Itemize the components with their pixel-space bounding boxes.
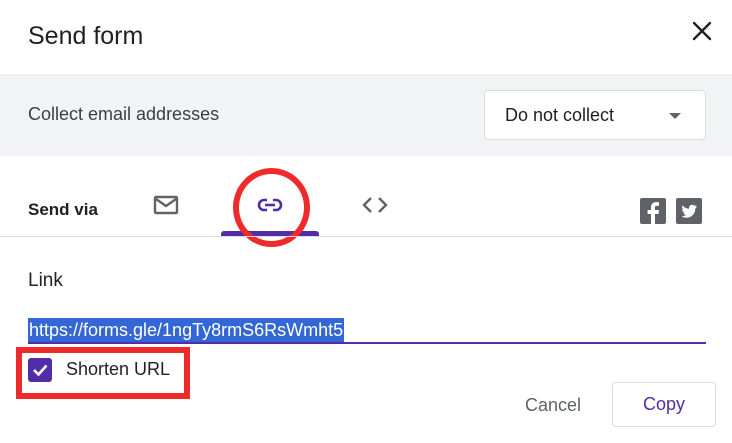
collect-email-select[interactable]: Do not collect xyxy=(484,90,706,140)
tab-embed[interactable] xyxy=(326,176,424,236)
mail-icon xyxy=(153,195,179,215)
shorten-url-label: Shorten URL xyxy=(66,359,171,379)
tab-link[interactable] xyxy=(221,176,319,236)
collect-email-selected-value: Do not collect xyxy=(505,105,615,125)
copy-button[interactable]: Copy xyxy=(612,382,716,427)
collect-email-label: Collect email addresses xyxy=(28,104,220,124)
facebook-icon[interactable] xyxy=(640,198,666,224)
cancel-button[interactable]: Cancel xyxy=(510,383,596,427)
link-icon xyxy=(257,198,283,212)
link-heading: Link xyxy=(28,270,63,291)
dialog-title: Send form xyxy=(28,22,144,50)
twitter-icon[interactable] xyxy=(676,198,702,224)
link-url-text: https://forms.gle/1ngTy8rmS6RsWmht5 xyxy=(28,318,345,342)
shorten-url-checkbox[interactable] xyxy=(28,358,52,382)
link-url-field[interactable]: https://forms.gle/1ngTy8rmS6RsWmht5 xyxy=(28,318,706,344)
close-icon[interactable] xyxy=(688,17,716,45)
collect-email-section: Collect email addresses Do not collect xyxy=(0,74,732,156)
checkmark-icon xyxy=(33,364,48,377)
chevron-down-icon xyxy=(669,113,681,119)
send-via-label: Send via xyxy=(28,200,98,219)
tab-email[interactable] xyxy=(117,176,215,236)
divider xyxy=(0,236,732,237)
code-icon xyxy=(362,197,388,213)
